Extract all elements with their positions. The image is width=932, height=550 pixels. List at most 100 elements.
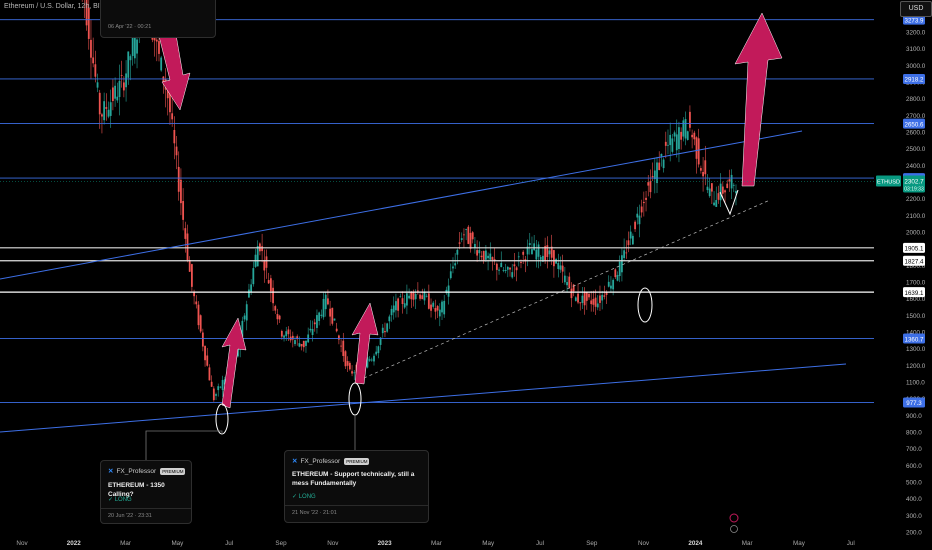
candle-body [87, 7, 90, 39]
candle-body [346, 361, 349, 366]
candle-body [175, 146, 178, 156]
idea-card-top[interactable]: 06 Apr '22 · 00:21 [100, 0, 216, 38]
idea-date: 21 Nov '22 · 21:01 [292, 510, 337, 516]
candle-body [467, 226, 470, 244]
candle-body [563, 275, 566, 283]
candle-body [335, 328, 338, 332]
candle-body [504, 269, 507, 272]
level-label-text: 977.3 [906, 400, 922, 407]
candle-body [269, 278, 272, 292]
candle-body [136, 39, 138, 54]
candle-body [638, 215, 641, 225]
candle-body [539, 256, 542, 260]
candle-body [689, 111, 691, 128]
candle-body [531, 249, 533, 255]
y-tick-label: 400.0 [906, 496, 922, 503]
candle-body [342, 340, 345, 356]
candle-body [186, 233, 189, 261]
candle-body [719, 183, 722, 201]
candle-body [267, 280, 270, 284]
candle-body [537, 244, 540, 257]
candle-body [182, 201, 185, 220]
candle-body [535, 249, 538, 260]
candle-body [410, 292, 413, 300]
candle-body [484, 250, 487, 260]
candle-body [375, 351, 378, 355]
idea-card-left[interactable]: ✕ FX_Professor PREMIUM ETHEREUM - 1350 Cal… [100, 460, 192, 524]
idea-title: ETHEREUM - Support technically, still a … [292, 471, 415, 487]
candle-body [498, 269, 500, 271]
candle-body [212, 388, 215, 401]
candle-body [686, 131, 689, 140]
candle-body [127, 51, 130, 78]
candle-body [158, 41, 160, 54]
y-tick-label: 1300.0 [906, 346, 926, 353]
candle-body [430, 304, 432, 311]
x-tick-label: Jul [225, 540, 233, 547]
y-tick-label: 2500.0 [906, 146, 926, 153]
candle-body [645, 197, 647, 200]
candle-body [478, 250, 481, 254]
candle-body [625, 252, 628, 254]
candle-body [190, 264, 193, 287]
candle-body [533, 243, 536, 251]
candle-body [447, 285, 450, 297]
candle-body [491, 257, 494, 260]
candle-body [570, 288, 573, 299]
candle-body [427, 293, 430, 309]
candle-body [406, 293, 408, 306]
candle-body [695, 137, 698, 159]
candle-body [414, 293, 417, 300]
candle-body [318, 312, 321, 321]
y-tick-label: 800.0 [906, 430, 922, 437]
candle-body [675, 134, 678, 151]
candle-body [294, 340, 296, 345]
candle-body [515, 267, 518, 271]
candle-body [131, 37, 134, 57]
candle-body [522, 251, 525, 255]
candle-body [717, 193, 720, 200]
candle-body [559, 265, 562, 270]
candle-body [585, 292, 588, 301]
idea-card-right[interactable]: ✕ FX_Professor PREMIUM ETHEREUM - Support … [284, 450, 429, 523]
x-logo-icon: ✕ [108, 468, 114, 475]
candle-body [452, 266, 454, 269]
candle-body [348, 362, 351, 370]
level-label-text: 1360.7 [905, 336, 924, 343]
candle-body [548, 250, 551, 255]
premium-badge: PREMIUM [344, 457, 370, 465]
candle-body [471, 232, 474, 240]
candle-body [272, 287, 274, 304]
candle-body [577, 293, 579, 303]
candle-body [482, 250, 485, 262]
candle-body [489, 253, 492, 260]
x-tick-label: Mar [120, 540, 131, 547]
candle-body [287, 329, 290, 335]
level-label-text: 2650.6 [905, 121, 924, 128]
y-tick-label: 3100.0 [906, 46, 926, 53]
x-tick-label: May [482, 540, 495, 547]
x-tick-label: 2024 [688, 540, 703, 547]
candle-body [566, 282, 568, 286]
candle-body [116, 96, 119, 101]
idea-date: 20 Jun '22 · 23:31 [108, 513, 152, 519]
candle-body [248, 289, 250, 298]
y-tick-label: 200.0 [906, 530, 922, 537]
candle-body [408, 295, 410, 299]
y-tick-label: 3000.0 [906, 63, 926, 70]
candle-body [105, 107, 108, 109]
candle-body [370, 359, 373, 361]
candle-body [90, 39, 92, 58]
candle-body [177, 166, 180, 192]
candle-body [285, 331, 288, 337]
candle-body [125, 73, 127, 88]
candle-body [502, 269, 505, 271]
candle-body [101, 114, 103, 117]
currency-button[interactable]: USD [900, 1, 932, 17]
current-price-value: 2302.7 [904, 178, 924, 185]
level-label-text: 1905.1 [905, 246, 924, 253]
y-tick-label: 2200.0 [906, 196, 926, 203]
candle-body [217, 386, 220, 391]
candle-body [693, 132, 696, 140]
candle-body [96, 82, 99, 88]
